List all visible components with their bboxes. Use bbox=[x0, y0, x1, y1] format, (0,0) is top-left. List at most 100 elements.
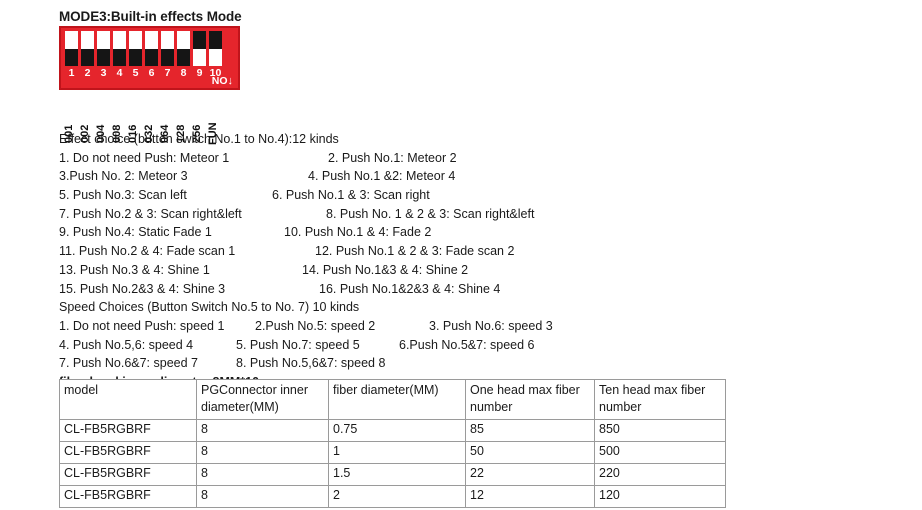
effect-row: 1. Do not need Push: Meteor 1 2. Push No.… bbox=[59, 149, 899, 168]
dip-switch-number-label: 2 bbox=[84, 67, 91, 79]
lever-top-half bbox=[161, 31, 174, 49]
dip-switch-lever-4[interactable] bbox=[113, 31, 126, 66]
lever-top-half bbox=[177, 31, 190, 49]
table-row: CL-FB5RGBRF 8 1.5 22 220 bbox=[59, 463, 726, 486]
speed-item-2: 8. Push No.5,6&7: speed 8 bbox=[236, 356, 386, 371]
down-arrow-icon: ↓ bbox=[227, 75, 234, 87]
dip-switch-number-label: 1 bbox=[68, 67, 75, 79]
table-cell: 12 bbox=[465, 485, 595, 508]
table-cell: CL-FB5RGBRF bbox=[59, 441, 197, 464]
table-column-header: fiber diameter(MM) bbox=[328, 379, 466, 420]
lever-top-half bbox=[193, 31, 206, 49]
table-column-header: Ten head max fiber number bbox=[594, 379, 726, 420]
page-title: MODE3:Built-in effects Mode bbox=[59, 9, 242, 24]
effect-item-right: 8. Push No. 1 & 2 & 3: Scan right&left bbox=[326, 206, 535, 221]
effect-item-left: 11. Push No.2 & 4: Fade scan 1 bbox=[59, 244, 236, 259]
dip-switch-lever-2[interactable] bbox=[81, 31, 94, 66]
dip-switch-number-label: 7 bbox=[164, 67, 171, 79]
table-cell: 8 bbox=[196, 463, 329, 486]
speed-item-2: 5. Push No.7: speed 5 bbox=[236, 337, 360, 352]
table-cell: 850 bbox=[594, 419, 726, 442]
lever-bottom-half bbox=[193, 48, 206, 66]
speed-row: 7. Push No.6&7: speed 7 8. Push No.5,6&7:… bbox=[59, 354, 899, 373]
lever-bottom-half bbox=[209, 48, 222, 66]
lever-bottom-half bbox=[145, 48, 158, 66]
effect-item-left: 3.Push No. 2: Meteor 3 bbox=[59, 169, 188, 184]
effect-item-left: 13. Push No.3 & 4: Shine 1 bbox=[59, 262, 210, 277]
table-cell: 8 bbox=[196, 441, 329, 464]
speed-row: 4. Push No.5,6: speed 4 5. Push No.7: spe… bbox=[59, 336, 899, 355]
dip-switch-diagram: 1 2 3 4 5 6 7 8 9 10 NO↓ 001 002 004 008 016 032 064 128… bbox=[59, 26, 240, 145]
effects-list: 1. Do not need Push: Meteor 1 2. Push No.… bbox=[59, 149, 899, 299]
table-row: CL-FB5RGBRF 8 2 12 120 bbox=[59, 485, 726, 508]
lever-bottom-half bbox=[97, 48, 110, 66]
effect-item-right: 12. Push No.1 & 2 & 3: Fade scan 2 bbox=[315, 244, 515, 259]
effect-row: 13. Push No.3 & 4: Shine 1 14. Push No.1&… bbox=[59, 261, 899, 280]
effect-row: 7. Push No.2 & 3: Scan right&left 8. Push… bbox=[59, 205, 899, 224]
speed-item-1: 7. Push No.6&7: speed 7 bbox=[59, 356, 198, 371]
effect-item-right: 4. Push No.1 &2: Meteor 4 bbox=[308, 169, 456, 184]
effect-item-right: 14. Push No.1&3 & 4: Shine 2 bbox=[302, 262, 469, 277]
effect-row: 5. Push No.3: Scan left 6. Push No.1 & 3:… bbox=[59, 186, 899, 205]
table-column-header: PGConnector inner diameter(MM) bbox=[196, 379, 329, 420]
lever-top-half bbox=[129, 31, 142, 49]
speed-item-1: 1. Do not need Push: speed 1 bbox=[59, 318, 225, 333]
lever-top-half bbox=[81, 31, 94, 49]
effect-row: 15. Push No.2&3 & 4: Shine 3 16. Push No.… bbox=[59, 280, 899, 299]
dip-switch-numbers: 1 2 3 4 5 6 7 8 9 10 bbox=[65, 67, 222, 79]
effect-item-left: 5. Push No.3: Scan left bbox=[59, 188, 187, 203]
dip-on-label: NO bbox=[211, 75, 228, 87]
dip-switch-lever-8[interactable] bbox=[177, 31, 190, 66]
table-cell: 2 bbox=[328, 485, 466, 508]
lever-bottom-half bbox=[177, 48, 190, 66]
table-cell: 500 bbox=[594, 441, 726, 464]
effect-item-left: 15. Push No.2&3 & 4: Shine 3 bbox=[59, 281, 226, 296]
table-cell: 1 bbox=[328, 441, 466, 464]
dip-switch-number-label: 9 bbox=[196, 67, 203, 79]
dip-switch-body: 1 2 3 4 5 6 7 8 9 10 NO↓ bbox=[59, 26, 240, 90]
effect-item-right: 10. Push No.1 & 4: Fade 2 bbox=[284, 225, 432, 240]
dip-switch-number-label: 4 bbox=[116, 67, 123, 79]
dip-switch-lever-1[interactable] bbox=[65, 31, 78, 66]
dip-switch-lever-5[interactable] bbox=[129, 31, 142, 66]
dip-switch-lever-7[interactable] bbox=[161, 31, 174, 66]
effect-item-left: 7. Push No.2 & 3: Scan right&left bbox=[59, 206, 242, 221]
speed-item-3: 3. Push No.6: speed 3 bbox=[429, 318, 553, 333]
lever-bottom-half bbox=[65, 48, 78, 66]
speed-row: 1. Do not need Push: speed 1 2.Push No.5:… bbox=[59, 317, 899, 336]
fiber-capacity-table: model PGConnector inner diameter(MM) fiber… bbox=[59, 379, 726, 508]
lever-top-half bbox=[65, 31, 78, 49]
table-cell: 85 bbox=[465, 419, 595, 442]
lever-top-half bbox=[97, 31, 110, 49]
page-root: MODE3:Built-in effects Mode 1 2 3 4 5 6 7 8 9 10 … bbox=[0, 0, 922, 510]
dip-switch-number-label: 8 bbox=[180, 67, 187, 79]
instructions-block: Effect choice (button switch No.1 to No.… bbox=[59, 130, 899, 410]
speed-item-1: 4. Push No.5,6: speed 4 bbox=[59, 337, 194, 352]
lever-top-half bbox=[209, 31, 222, 49]
table-cell: 0.75 bbox=[328, 419, 466, 442]
table-cell: CL-FB5RGBRF bbox=[59, 485, 197, 508]
dip-switch-lever-10[interactable] bbox=[209, 31, 222, 66]
speed-heading: Speed Choices (Button Switch No.5 to No.… bbox=[59, 300, 360, 315]
table-cell: 1.5 bbox=[328, 463, 466, 486]
lever-bottom-half bbox=[129, 48, 142, 66]
table-row: CL-FB5RGBRF 8 0.75 85 850 bbox=[59, 419, 726, 442]
table-cell: 50 bbox=[465, 441, 595, 464]
effect-item-right: 2. Push No.1: Meteor 2 bbox=[328, 150, 457, 165]
dip-switch-levers bbox=[65, 31, 222, 66]
dip-switch-lever-3[interactable] bbox=[97, 31, 110, 66]
effects-heading: Effect choice (button switch No.1 to No.… bbox=[59, 132, 339, 146]
dip-switch-number-label: 6 bbox=[148, 67, 155, 79]
lever-bottom-half bbox=[161, 48, 174, 66]
table-cell: 22 bbox=[465, 463, 595, 486]
dip-switch-number-label: 5 bbox=[132, 67, 139, 79]
lever-bottom-half bbox=[81, 48, 94, 66]
dip-switch-lever-6[interactable] bbox=[145, 31, 158, 66]
table-column-header: model bbox=[59, 379, 197, 420]
speed-list: 1. Do not need Push: speed 1 2.Push No.5:… bbox=[59, 317, 899, 373]
table-cell: 220 bbox=[594, 463, 726, 486]
table-cell: CL-FB5RGBRF bbox=[59, 463, 197, 486]
effect-item-right: 6. Push No.1 & 3: Scan right bbox=[272, 188, 430, 203]
dip-switch-lever-9[interactable] bbox=[193, 31, 206, 66]
dip-switch-number-label: 3 bbox=[100, 67, 107, 79]
